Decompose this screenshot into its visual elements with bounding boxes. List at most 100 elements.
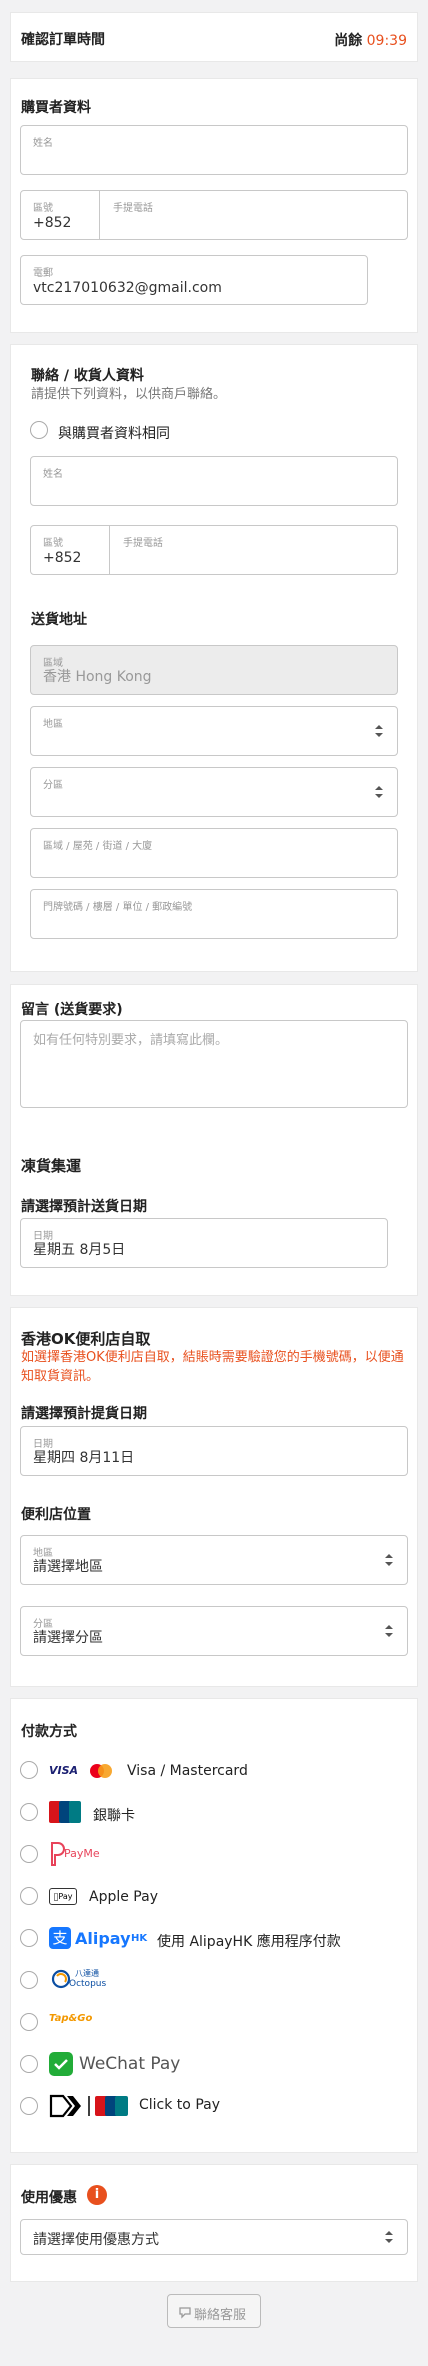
recipient-phone-field[interactable]: 區號 +852 手提電話 — [30, 525, 398, 575]
updown-arrow-icon — [385, 1554, 393, 1566]
delivery-date-title: 請選擇預計送貨日期 — [21, 1199, 147, 1215]
buyer-email-field[interactable]: 電郵 vtc217010632@gmail.com — [20, 255, 368, 305]
remaining-time: 尚餘 09:39 — [334, 30, 407, 50]
updown-arrow-icon — [375, 786, 383, 798]
ok-store-title: 香港OK便利店自取 — [21, 1330, 151, 1348]
store-district-value: 請選擇地區 — [33, 1559, 103, 1575]
field-divider — [99, 191, 100, 239]
buyer-phone-label: 手提電話 — [113, 203, 153, 214]
buyer-email-label: 電郵 — [33, 268, 53, 279]
payment-radio-tapngo[interactable] — [20, 2013, 38, 2031]
payment-radio-click-to-pay[interactable] — [20, 2097, 38, 2115]
buyer-name-field[interactable]: 姓名 — [20, 125, 408, 175]
subdistrict-select[interactable]: 分區 — [30, 767, 398, 817]
payment-card: 付款方式 VISA Visa / Mastercard 銀聯卡 PayMe P… — [10, 1698, 418, 2153]
message-textarea[interactable]: 如有任何特別要求，請填寫此欄。 — [20, 1020, 408, 1108]
buyer-area-label: 區號 — [33, 203, 53, 214]
region-field: 區域 香港 Hong Kong — [30, 645, 398, 695]
recipient-phone-label: 手提電話 — [123, 538, 163, 549]
contact-support-button[interactable]: 聯絡客服 — [167, 2294, 261, 2328]
info-icon[interactable]: i — [87, 2185, 107, 2205]
buyer-email-value: vtc217010632@gmail.com — [33, 280, 222, 296]
recipient-name-field[interactable]: 姓名 — [30, 456, 398, 506]
ok-store-notice: 如選擇香港OK便利店自取，結賬時需要驗證您的手機號碼，以便通知取貨資訊。 — [21, 1350, 404, 1384]
updown-arrow-icon — [385, 1625, 393, 1637]
discount-select[interactable]: 請選擇使用優惠方式 — [20, 2219, 408, 2255]
pickup-date-field[interactable]: 日期 星期四 8月11日 — [20, 1426, 408, 1476]
payment-radio-visa-mastercard[interactable] — [20, 1761, 38, 1779]
street-field[interactable]: 區域 / 屋苑 / 街道 / 大廈 — [30, 828, 398, 878]
store-subdistrict-select[interactable]: 分區 請選擇分區 — [20, 1606, 408, 1656]
wechat-pay-icon — [49, 2052, 73, 2076]
remaining-countdown: 09:39 — [366, 33, 407, 49]
recipient-info-subtitle: 請提供下列資料，以供商戶聯絡。 — [31, 387, 227, 402]
payment-radio-payme[interactable] — [20, 1845, 38, 1863]
message-title: 留言 (送貨要求) — [21, 1002, 123, 1018]
visa-mastercard-icon: VISA — [49, 1761, 119, 1781]
unit-field[interactable]: 門牌號碼 / 樓層 / 單位 / 郵政編號 — [30, 889, 398, 939]
buyer-phone-field[interactable]: 區號 +852 手提電話 — [20, 190, 408, 240]
field-divider — [109, 526, 110, 574]
updown-arrow-icon — [375, 725, 383, 737]
same-as-buyer-label[interactable]: 與購買者資料相同 — [58, 423, 170, 443]
buyer-info-card: 購買者資料 姓名 區號 +852 手提電話 電郵 vtc217010632@gm… — [10, 78, 418, 333]
payment-radio-apple-pay[interactable] — [20, 1887, 38, 1905]
message-delivery-card: 留言 (送貨要求) 如有任何特別要求，請填寫此欄。 凍貨集運 請選擇預計送貨日期… — [10, 984, 418, 1296]
payment-label[interactable]: 銀聯卡 — [93, 1805, 135, 1825]
store-district-select[interactable]: 地區 請選擇地區 — [20, 1535, 408, 1585]
payment-label[interactable]: Apple Pay — [89, 1889, 158, 1905]
payment-label[interactable]: 使用 AlipayHK 應用程序付款 — [157, 1931, 341, 1951]
payment-label[interactable]: WeChat Pay — [79, 2054, 180, 2074]
apple-pay-icon: Pay — [49, 1888, 77, 1905]
ok-store-card: 香港OK便利店自取 如選擇香港OK便利店自取，結賬時需要驗證您的手機號碼，以便通… — [10, 1307, 418, 1687]
store-location-title: 便利店位置 — [21, 1507, 91, 1523]
contact-support-label: 聯絡客服 — [194, 2308, 247, 2323]
octopus-icon: 八達通 Octopus — [49, 1965, 109, 1993]
order-timer-title: 確認訂單時間 — [21, 32, 105, 48]
region-value: 香港 Hong Kong — [43, 669, 152, 685]
street-label: 區域 / 屋苑 / 街道 / 大廈 — [43, 841, 153, 852]
delivery-date-field[interactable]: 日期 星期五 8月5日 — [20, 1218, 388, 1268]
buyer-name-label: 姓名 — [33, 138, 53, 149]
unionpay-icon — [49, 1801, 81, 1823]
updown-arrow-icon — [385, 2231, 393, 2243]
message-placeholder: 如有任何特別要求，請填寫此欄。 — [33, 1033, 229, 1048]
chat-icon — [179, 2307, 191, 2319]
recipient-info-card: 聯絡 / 收貨人資料 請提供下列資料，以供商戶聯絡。 與購買者資料相同 姓名 區… — [10, 344, 418, 972]
recipient-area-label: 區號 — [43, 538, 63, 549]
subdistrict-label: 分區 — [43, 780, 63, 791]
district-label: 地區 — [43, 719, 63, 730]
payment-title: 付款方式 — [21, 1724, 77, 1740]
payment-label[interactable]: Visa / Mastercard — [127, 1763, 248, 1779]
payme-icon: PayMe — [49, 1841, 119, 1867]
buyer-info-title: 購買者資料 — [21, 100, 91, 116]
remaining-label: 尚餘 — [334, 33, 363, 49]
tapngo-logo: Tap&Go — [49, 2013, 93, 2024]
buyer-area-value: +852 — [33, 215, 72, 231]
pickup-date-value: 星期四 8月11日 — [33, 1450, 135, 1466]
click-to-pay-icon — [49, 2094, 131, 2118]
payment-label[interactable]: Click to Pay — [139, 2097, 220, 2113]
order-timer-card: 確認訂單時間 尚餘 09:39 — [10, 12, 418, 62]
alipay-hk-logo: HK — [131, 1933, 148, 1944]
payment-radio-octopus[interactable] — [20, 1971, 38, 1989]
same-as-buyer-radio[interactable] — [30, 421, 48, 439]
discount-select-value: 請選擇使用優惠方式 — [33, 2232, 159, 2248]
recipient-area-value: +852 — [43, 550, 82, 566]
district-select[interactable]: 地區 — [30, 706, 398, 756]
delivery-date-value: 星期五 8月5日 — [33, 1242, 126, 1258]
payment-radio-unionpay[interactable] — [20, 1803, 38, 1821]
discount-card: 使用優惠 i 請選擇使用優惠方式 — [10, 2164, 418, 2282]
payment-radio-wechat-pay[interactable] — [20, 2055, 38, 2073]
store-subdistrict-value: 請選擇分區 — [33, 1630, 103, 1646]
cold-chain-title: 凍貨集運 — [21, 1157, 82, 1175]
alipayhk-icon: 支 Alipay HK — [49, 1925, 149, 1951]
tapngo-icon: Tap&Go — [49, 2009, 93, 2033]
payment-radio-alipayhk[interactable] — [20, 1929, 38, 1947]
address-title: 送貨地址 — [31, 612, 87, 628]
unit-label: 門牌號碼 / 樓層 / 單位 / 郵政編號 — [43, 902, 193, 913]
alipay-logo: Alipay — [75, 1929, 131, 1948]
recipient-name-label: 姓名 — [43, 469, 63, 480]
recipient-info-title: 聯絡 / 收貨人資料 — [31, 368, 144, 384]
payme-logo: PayMe — [64, 1847, 100, 1860]
